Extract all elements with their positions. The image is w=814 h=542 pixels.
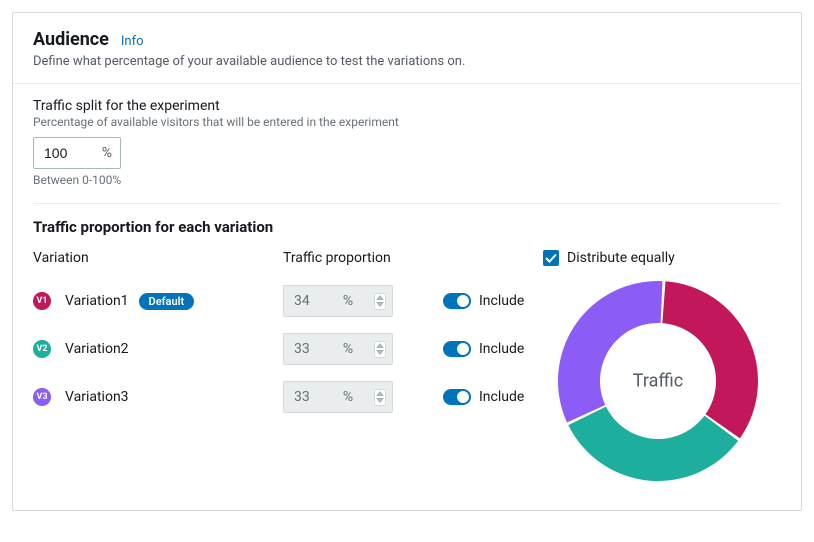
include-row: Include: [443, 332, 543, 366]
include-toggle[interactable]: [443, 341, 471, 357]
percent-sign: %: [343, 293, 353, 309]
include-row: Include: [443, 380, 543, 414]
panel-description: Define what percentage of your available…: [33, 54, 781, 69]
percent-sign: %: [102, 145, 112, 161]
col-chart: Distribute equally Traffic: [543, 250, 781, 486]
proportion-row: 33%: [283, 380, 423, 414]
audience-panel: Audience Info Define what percentage of …: [12, 12, 802, 511]
include-label: Include: [479, 341, 524, 357]
proportion-value: 33: [294, 389, 322, 405]
variation-row: V1 Variation1 Default: [33, 284, 283, 318]
col-include-header: [443, 250, 543, 270]
chevron-up-icon[interactable]: [376, 295, 384, 301]
col-proportion-header: Traffic proportion: [283, 250, 423, 270]
traffic-split-section: Traffic split for the experiment Percent…: [33, 98, 781, 187]
default-badge: Default: [139, 293, 195, 310]
col-include: Include Include Include: [423, 250, 543, 486]
proportion-row: 34%: [283, 284, 423, 318]
chevron-down-icon[interactable]: [376, 398, 384, 404]
include-label: Include: [479, 293, 524, 309]
traffic-split-value[interactable]: [42, 144, 82, 162]
proportion-value: 34: [294, 293, 322, 309]
traffic-split-hint: Percentage of available visitors that wi…: [33, 115, 781, 129]
traffic-split-range: Between 0-100%: [33, 173, 781, 187]
panel-header: Audience Info Define what percentage of …: [13, 13, 801, 83]
proportion-value: 33: [294, 341, 322, 357]
proportion-stepper[interactable]: [374, 293, 386, 310]
col-variation: Variation V1 Variation1 Default V2 Variation…: [33, 250, 283, 486]
distribute-equally-checkbox[interactable]: [543, 250, 559, 266]
traffic-split-label: Traffic split for the experiment: [33, 98, 781, 114]
proportion-row: 33%: [283, 332, 423, 366]
proportion-grid: Variation V1 Variation1 Default V2 Variation…: [33, 250, 781, 486]
panel-title: Audience: [33, 29, 109, 50]
percent-sign: %: [343, 341, 353, 357]
proportion-input[interactable]: 33%: [283, 333, 393, 365]
distribute-equally-row[interactable]: Distribute equally: [543, 250, 781, 266]
include-toggle[interactable]: [443, 389, 471, 405]
traffic-split-input[interactable]: %: [33, 137, 121, 169]
traffic-donut-chart: Traffic: [553, 276, 763, 486]
proportion-input[interactable]: 34%: [283, 285, 393, 317]
variation-row: V3 Variation3: [33, 380, 283, 414]
variation-badge: V3: [33, 388, 51, 406]
chevron-down-icon[interactable]: [376, 350, 384, 356]
chevron-up-icon[interactable]: [376, 343, 384, 349]
donut-center-label: Traffic: [633, 371, 683, 392]
variation-badge: V1: [33, 292, 51, 310]
percent-sign: %: [343, 389, 353, 405]
proportion-heading: Traffic proportion for each variation: [33, 218, 781, 236]
proportion-stepper[interactable]: [374, 341, 386, 358]
col-variation-header: Variation: [33, 250, 283, 270]
donut-slice: [662, 281, 758, 438]
distribute-equally-label: Distribute equally: [567, 250, 675, 266]
col-proportion: Traffic proportion 34%33%33%: [283, 250, 423, 486]
variation-name: Variation3: [65, 389, 129, 405]
info-link[interactable]: Info: [121, 34, 144, 49]
include-label: Include: [479, 389, 524, 405]
donut-slice: [558, 281, 662, 422]
divider: [33, 203, 781, 204]
proportion-stepper[interactable]: [374, 389, 386, 406]
proportion-input[interactable]: 33%: [283, 381, 393, 413]
variation-name: Variation1: [65, 293, 129, 309]
variation-row: V2 Variation2: [33, 332, 283, 366]
chevron-down-icon[interactable]: [376, 302, 384, 308]
variation-name: Variation2: [65, 341, 129, 357]
include-row: Include: [443, 284, 543, 318]
variation-badge: V2: [33, 340, 51, 358]
panel-body: Traffic split for the experiment Percent…: [13, 83, 801, 510]
check-icon: [545, 252, 557, 264]
chevron-up-icon[interactable]: [376, 391, 384, 397]
include-toggle[interactable]: [443, 293, 471, 309]
